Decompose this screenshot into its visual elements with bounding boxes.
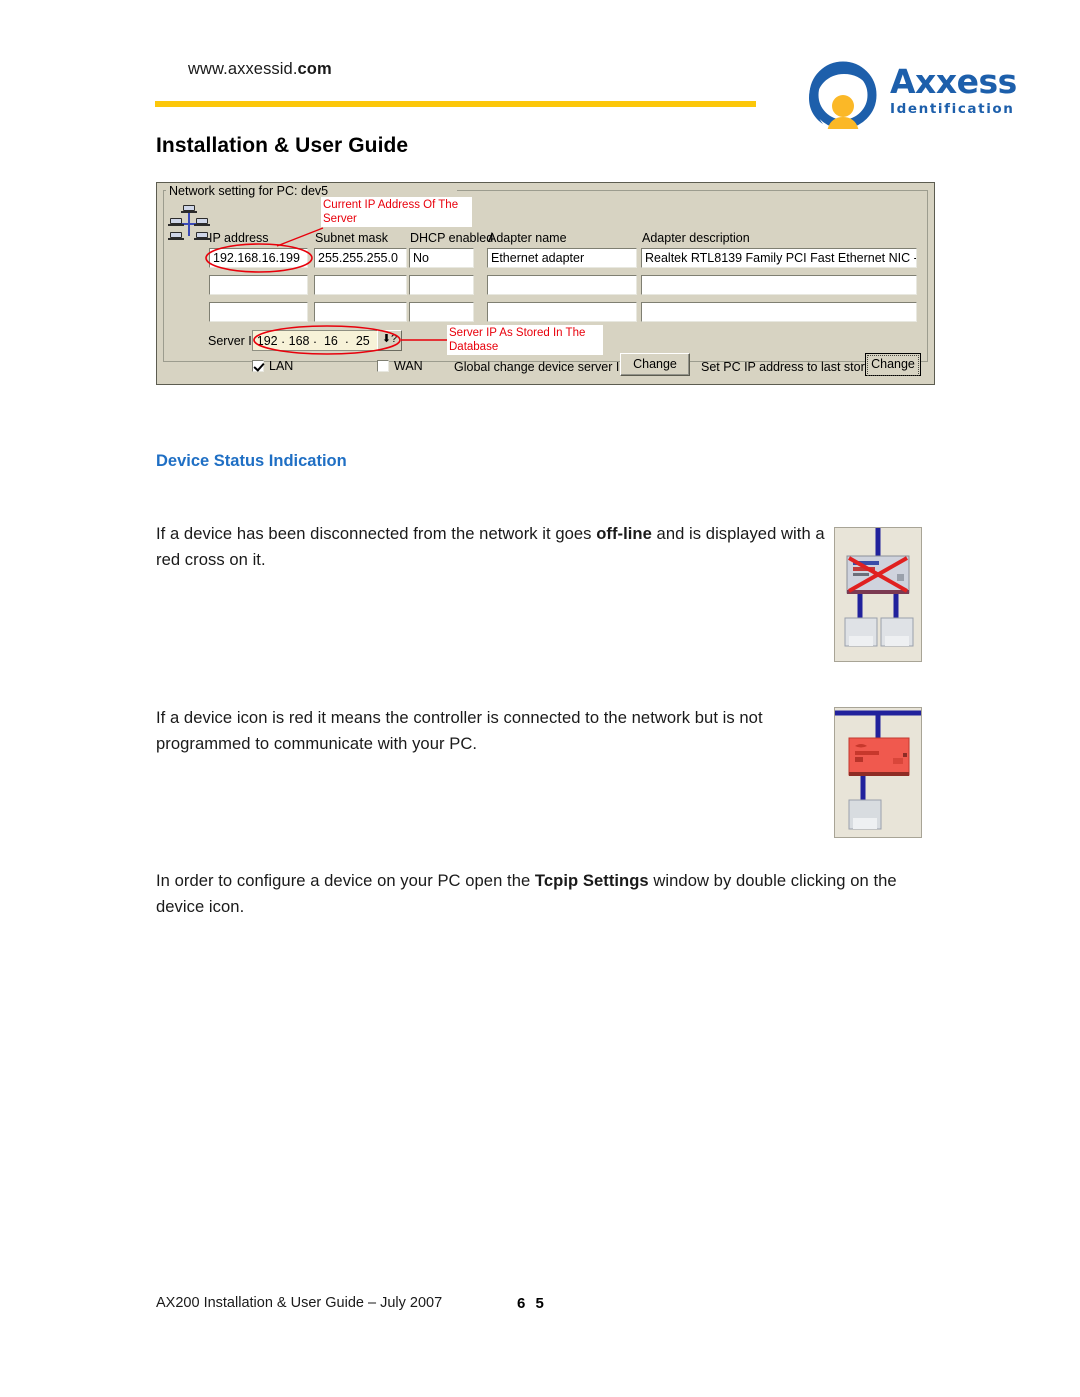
column-header-adapter-description: Adapter description bbox=[642, 231, 750, 245]
global-change-button-label: Change bbox=[633, 357, 677, 371]
annotation-server-ip-stored: Server IP As Stored In The Database bbox=[447, 325, 603, 355]
adapter-description-field-row2[interactable] bbox=[641, 275, 917, 295]
page-header: www.axxessid.com Installation & User Gui… bbox=[0, 0, 1080, 175]
offline-device-diagram-icon bbox=[835, 528, 921, 661]
figure-offline-device bbox=[834, 527, 922, 662]
section-heading: Device Status Indication bbox=[156, 452, 347, 470]
site-url: www.axxessid.com bbox=[188, 60, 332, 79]
column-header-adapter-name: Adapter name bbox=[488, 231, 567, 245]
dhcp-enabled-field-row1[interactable]: No bbox=[409, 248, 474, 268]
server-ip-octet-3[interactable]: 16 bbox=[317, 334, 345, 348]
paragraph-emphasis: off-line bbox=[596, 524, 652, 543]
groupbox-legend: Network setting for PC: dev5 bbox=[166, 184, 332, 198]
subnet-mask-field-row3[interactable] bbox=[314, 302, 407, 322]
server-ip-octet-4[interactable]: 25 bbox=[349, 334, 377, 348]
dhcp-enabled-field-row2[interactable] bbox=[409, 275, 474, 295]
checkbox-checked-icon[interactable] bbox=[252, 360, 264, 372]
column-header-subnet-mask: Subnet mask bbox=[315, 231, 388, 245]
page-footer: AX200 Installation & User Guide – July 2… bbox=[156, 1295, 946, 1319]
subnet-mask-field-row1[interactable]: 255.255.255.0 bbox=[314, 248, 407, 268]
wan-checkbox[interactable]: WAN bbox=[377, 359, 423, 373]
adapter-name-field-row1[interactable]: Ethernet adapter bbox=[487, 248, 637, 268]
network-settings-screenshot: IP address Subnet mask DHCP enabled Adap… bbox=[156, 182, 935, 385]
subnet-mask-field-row2[interactable] bbox=[314, 275, 407, 295]
dhcp-enabled-field-row3[interactable] bbox=[409, 302, 474, 322]
ip-address-field-row1[interactable]: 192.168.16.199 bbox=[209, 248, 308, 268]
site-url-suffix: com bbox=[297, 60, 332, 78]
wan-checkbox-label: WAN bbox=[394, 359, 423, 373]
paragraph-emphasis: Tcpip Settings bbox=[534, 871, 649, 890]
brand-logo: Axxess Identification bbox=[806, 61, 1034, 135]
column-header-dhcp-enabled: DHCP enabled bbox=[410, 231, 494, 245]
lan-checkbox-label: LAN bbox=[269, 359, 294, 373]
set-pc-ip-change-button-label: Change bbox=[867, 355, 919, 376]
network-computers-icon bbox=[168, 205, 210, 240]
ip-address-field-row2[interactable] bbox=[209, 275, 308, 295]
server-ip-octet-2[interactable]: 168 bbox=[285, 334, 313, 348]
global-change-label: Global change device server IP bbox=[454, 360, 628, 374]
site-url-prefix: www.axxessid. bbox=[188, 60, 298, 78]
column-header-ip-address: IP address bbox=[209, 231, 269, 245]
paragraph-text: If a device has been disconnected from t… bbox=[156, 524, 597, 543]
logo-wordmark: Axxess Identification bbox=[890, 63, 1036, 118]
set-pc-ip-label: Set PC IP address to last stored bbox=[701, 360, 879, 374]
logo-name: Axxess bbox=[890, 62, 1017, 101]
logo-tagline: Identification bbox=[890, 101, 1015, 117]
paragraph-text: If a device icon is red it means the con… bbox=[156, 708, 763, 753]
axxess-logo-icon bbox=[806, 61, 880, 135]
adapter-name-field-row3[interactable] bbox=[487, 302, 637, 322]
footer-page-number: 6 5 bbox=[517, 1295, 547, 1312]
server-ip-spinner-button[interactable]: ⬇? bbox=[377, 330, 402, 351]
adapter-description-field-row3[interactable] bbox=[641, 302, 917, 322]
adapter-name-field-row2[interactable] bbox=[487, 275, 637, 295]
set-pc-ip-change-button[interactable]: Change bbox=[865, 353, 921, 376]
ip-address-field-row3[interactable] bbox=[209, 302, 308, 322]
figure-red-device bbox=[834, 707, 922, 838]
paragraph-red-device: If a device icon is red it means the con… bbox=[156, 705, 826, 757]
lan-checkbox[interactable]: LAN bbox=[252, 359, 293, 373]
page-title: Installation & User Guide bbox=[156, 134, 409, 157]
footer-document-title: AX200 Installation & User Guide – July 2… bbox=[156, 1295, 443, 1311]
paragraph-text: In order to configure a device on your P… bbox=[156, 871, 535, 890]
server-ip-octet-1[interactable]: 192 bbox=[253, 334, 281, 348]
header-rule-divider bbox=[155, 101, 756, 107]
paragraph-offline-device: If a device has been disconnected from t… bbox=[156, 521, 826, 573]
annotation-current-ip: Current IP Address Of The Server bbox=[321, 197, 472, 227]
checkbox-unchecked-icon[interactable] bbox=[377, 360, 389, 372]
global-change-button[interactable]: Change bbox=[620, 353, 690, 376]
server-ip-input[interactable]: 192 . 168 . 16 . 25 bbox=[252, 330, 377, 351]
paragraph-tcpip-settings: In order to configure a device on your P… bbox=[156, 868, 946, 920]
red-device-diagram-icon bbox=[835, 708, 921, 837]
adapter-description-field-row1[interactable]: Realtek RTL8139 Family PCI Fast Ethernet… bbox=[641, 248, 917, 268]
